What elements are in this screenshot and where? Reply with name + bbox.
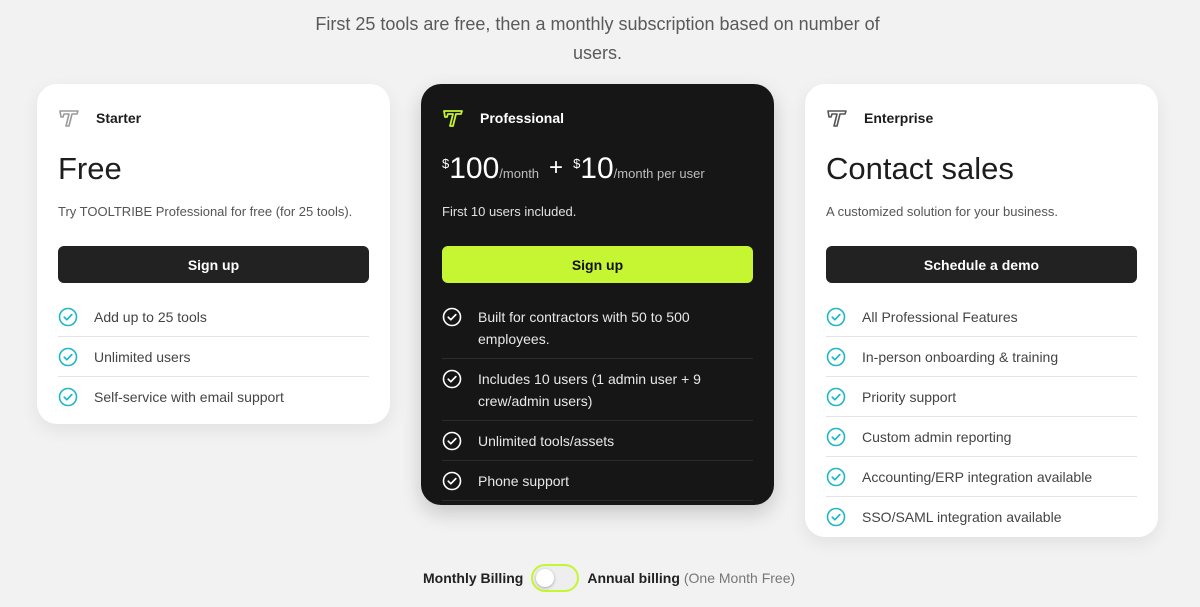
feature-text: Unlimited users <box>94 349 191 365</box>
check-circle-icon <box>826 507 846 527</box>
feature-text: Built for contractors with 50 to 500 emp… <box>478 309 690 347</box>
feature-list: Built for contractors with 50 to 500 emp… <box>442 297 753 501</box>
base-period: /month <box>499 166 540 181</box>
plan-card-enterprise: Enterprise Contact sales A customized so… <box>805 84 1158 537</box>
plan-description: First 10 users included. <box>442 204 577 219</box>
pricing-intro: First 25 tools are free, then a monthly … <box>315 14 880 63</box>
tooltribe-logo-icon <box>443 110 463 127</box>
billing-toggle-row: Monthly Billing Annual billing (One Mont… <box>423 564 795 592</box>
list-item: All Professional Features <box>826 297 1137 337</box>
feature-text: Includes 10 users (1 admin user + 9 crew… <box>478 371 701 409</box>
list-item: Built for contractors with 50 to 500 emp… <box>442 297 753 359</box>
plan-name: Professional <box>480 110 565 126</box>
plan-card-professional: Professional $ 100 /month + $ 10 /month … <box>421 84 774 505</box>
list-item: Includes 10 users (1 admin user + 9 crew… <box>442 359 753 421</box>
currency-symbol: $ <box>442 156 450 171</box>
check-circle-icon <box>826 347 846 367</box>
plan-price: Free <box>58 151 122 186</box>
check-circle-icon <box>442 431 462 451</box>
list-item: Add up to 25 tools <box>58 297 369 337</box>
check-circle-icon <box>442 471 462 491</box>
feature-text: Unlimited tools/assets <box>478 433 615 449</box>
starter-sign-up-button[interactable]: Sign up <box>58 246 369 283</box>
feature-text: Priority support <box>862 389 957 405</box>
list-item: Unlimited tools/assets <box>442 421 753 461</box>
plan-price: $ 100 /month + $ 10 /month per user <box>442 150 705 188</box>
check-circle-icon <box>826 467 846 487</box>
list-item: Unlimited users <box>58 337 369 377</box>
plan-card-starter: Starter Free Try TOOLTRIBE Professional … <box>37 84 390 424</box>
list-item: Accounting/ERP integration available <box>826 457 1137 497</box>
check-circle-icon <box>442 307 462 327</box>
feature-list: All Professional Features In-person onbo… <box>826 297 1137 536</box>
feature-text: In-person onboarding & training <box>862 349 1059 365</box>
check-circle-icon <box>826 307 846 327</box>
list-item: Self-service with email support <box>58 377 369 416</box>
annual-billing-note: (One Month Free) <box>683 570 796 586</box>
check-circle-icon <box>58 347 78 367</box>
plus-sign: + <box>549 154 564 181</box>
list-item: SSO/SAML integration available <box>826 497 1137 536</box>
feature-text: All Professional Features <box>862 309 1018 325</box>
feature-text: Accounting/ERP integration available <box>862 469 1093 485</box>
plan-name: Enterprise <box>864 110 934 126</box>
base-amount: 100 <box>449 152 500 185</box>
list-item: Priority support <box>826 377 1137 417</box>
feature-text: Add up to 25 tools <box>94 309 207 325</box>
annual-billing-label[interactable]: Annual billing <box>587 570 680 586</box>
feature-text: Custom admin reporting <box>862 429 1012 445</box>
check-circle-icon <box>58 387 78 407</box>
user-period: /month per user <box>613 166 705 181</box>
list-item: Phone support <box>442 461 753 501</box>
feature-list: Add up to 25 tools Unlimited users Self-… <box>58 297 369 416</box>
plan-price: Contact sales <box>826 151 1014 186</box>
monthly-billing-label[interactable]: Monthly Billing <box>423 570 523 586</box>
list-item: In-person onboarding & training <box>826 337 1137 377</box>
plan-description: Try TOOLTRIBE Professional for free (for… <box>58 204 353 219</box>
check-circle-icon <box>58 307 78 327</box>
schedule-demo-button[interactable]: Schedule a demo <box>826 246 1137 283</box>
check-circle-icon <box>442 369 462 389</box>
feature-text: SSO/SAML integration available <box>862 509 1062 525</box>
billing-toggle-switch[interactable] <box>531 564 580 592</box>
currency-symbol: $ <box>573 156 581 171</box>
list-item: Custom admin reporting <box>826 417 1137 457</box>
plan-description: A customized solution for your business. <box>826 204 1058 219</box>
tooltribe-logo-icon <box>827 110 847 127</box>
check-circle-icon <box>826 387 846 407</box>
feature-text: Self-service with email support <box>94 389 284 405</box>
user-amount: 10 <box>580 152 614 185</box>
toggle-knob <box>536 569 555 587</box>
tooltribe-logo-icon <box>59 110 79 127</box>
plan-name: Starter <box>96 110 142 126</box>
check-circle-icon <box>826 427 846 447</box>
professional-sign-up-button[interactable]: Sign up <box>442 246 753 283</box>
feature-text: Phone support <box>478 473 570 489</box>
